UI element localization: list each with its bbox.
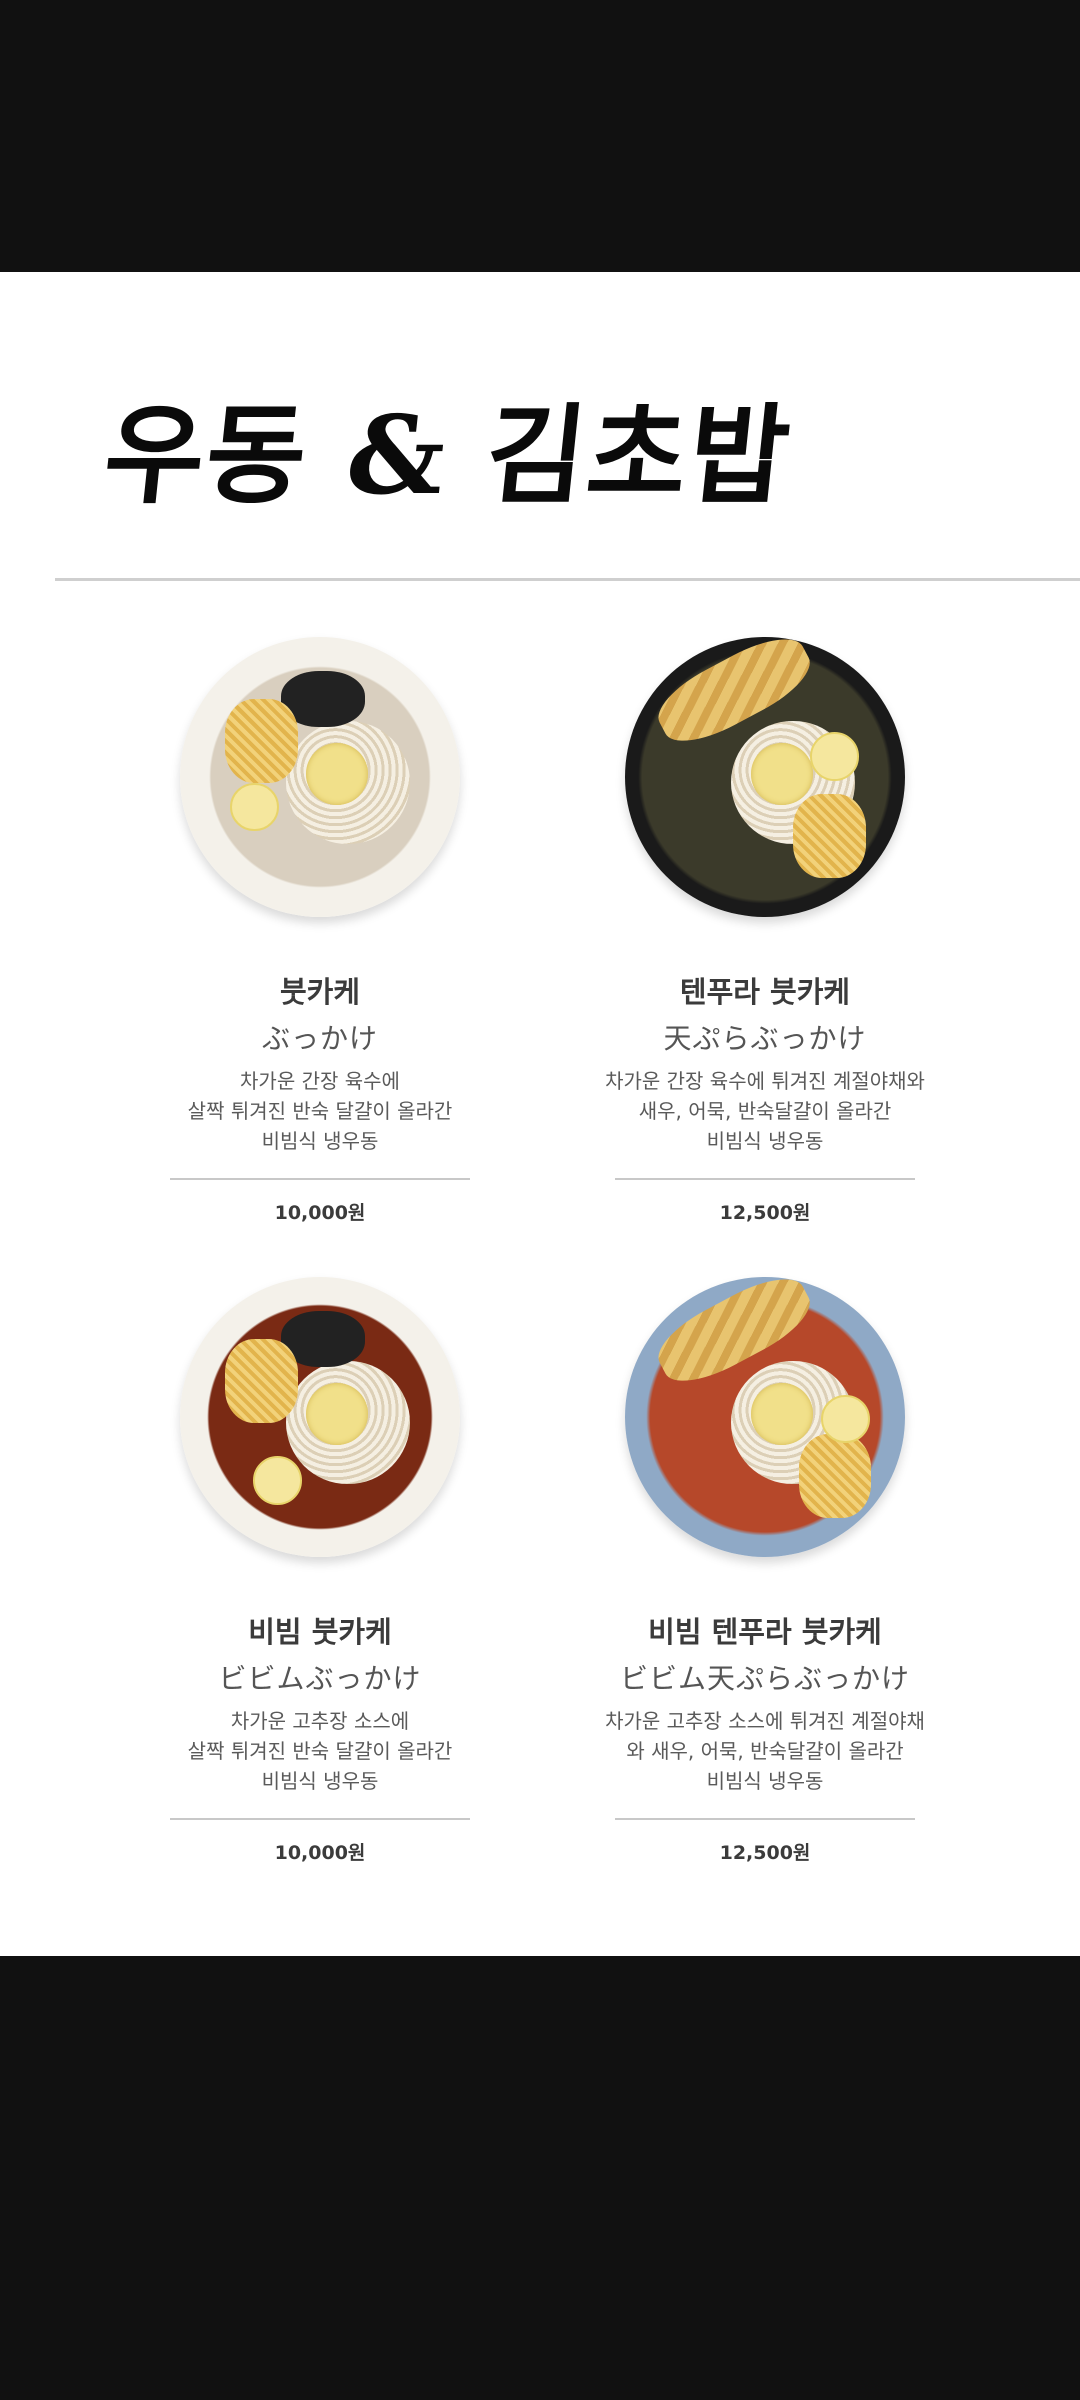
item-name: 텐푸라 붓카케 (679, 975, 851, 1009)
page-title: 우동 & 김초밥 (98, 393, 798, 519)
item-price: 12,500원 (719, 1842, 811, 1864)
item-name: 비빔 텐푸라 붓카케 (648, 1615, 882, 1649)
item-description: 차가운 고추장 소스에 튀겨진 계절야채 와 새우, 어묵, 반숙달걀이 올라간… (555, 1706, 975, 1796)
menu-page: 우동 & 김초밥 붓카케 ぶっかけ 차가운 간장 육수에 살짝 튀겨진 반숙 달… (0, 272, 1080, 1956)
menu-item[interactable]: 비빔 텐푸라 붓카케 ビビム天ぷらぶっかけ 차가운 고추장 소스에 튀겨진 계절… (555, 1264, 975, 1865)
item-description: 차가운 간장 육수에 살짝 튀겨진 반숙 달걀이 올라간 비빔식 냉우동 (110, 1066, 530, 1156)
lemon (230, 782, 280, 832)
item-name-japanese: ビビムぶっかけ (218, 1662, 422, 1695)
lemon (821, 1394, 870, 1444)
egg (306, 1383, 368, 1445)
food-image (180, 1277, 460, 1557)
item-name-japanese: 天ぷらぶっかけ (663, 1022, 867, 1055)
menu-item[interactable]: 비빔 붓카케 ビビムぶっかけ 차가운 고추장 소스에 살짝 튀겨진 반숙 달걀이… (110, 1277, 530, 1865)
description-line: 살짝 튀겨진 반숙 달걀이 올라간 (187, 1099, 453, 1123)
menu-item[interactable]: 텐푸라 붓카케 天ぷらぶっかけ 차가운 간장 육수에 튀겨진 계절야채와 새우,… (555, 624, 975, 1225)
lemon (809, 732, 859, 781)
egg (306, 743, 368, 805)
description-line: 차가운 고추장 소스에 (230, 1709, 410, 1733)
description-line: 새우, 어묵, 반숙달걀이 올라간 (638, 1099, 892, 1123)
description-line: 비빔식 냉우동 (706, 1769, 824, 1793)
description-line: 살짝 튀겨진 반숙 달걀이 올라간 (187, 1739, 453, 1763)
description-line: 차가운 간장 육수에 튀겨진 계절야채와 (605, 1069, 925, 1093)
description-line: 와 새우, 어묵, 반숙달걀이 올라간 (626, 1739, 904, 1763)
item-name-japanese: ビビム天ぷらぶっかけ (619, 1662, 910, 1695)
item-price: 10,000원 (274, 1202, 366, 1224)
tempura-flakes (793, 793, 866, 878)
food-image (625, 624, 905, 917)
top-letterbox (0, 0, 1080, 272)
tempura-flakes (224, 698, 298, 783)
description-line: 비빔식 냉우동 (706, 1129, 824, 1153)
item-divider (170, 1178, 470, 1180)
description-line: 비빔식 냉우동 (261, 1129, 379, 1153)
food-image (625, 1264, 905, 1557)
tempura-flakes (224, 1338, 298, 1423)
tempura-flakes (798, 1433, 872, 1518)
item-description: 차가운 고추장 소스에 살짝 튀겨진 반숙 달걀이 올라간 비빔식 냉우동 (110, 1706, 530, 1796)
description-line: 차가운 간장 육수에 (240, 1069, 400, 1093)
item-divider (170, 1818, 470, 1820)
bottom-letterbox (0, 1956, 1080, 2400)
item-price: 10,000원 (274, 1842, 366, 1864)
egg (751, 1383, 813, 1445)
menu-item[interactable]: 붓카케 ぶっかけ 차가운 간장 육수에 살짝 튀겨진 반숙 달걀이 올라간 비빔… (110, 637, 530, 1225)
food-image (180, 637, 460, 917)
title-divider (55, 578, 1080, 581)
item-name: 붓카케 (279, 975, 361, 1009)
lemon (252, 1456, 302, 1505)
description-line: 비빔식 냉우동 (261, 1769, 379, 1793)
item-divider (615, 1178, 915, 1180)
egg (751, 743, 813, 805)
item-divider (615, 1818, 915, 1820)
description-line: 차가운 고추장 소스에 튀겨진 계절야채 (605, 1709, 925, 1733)
item-price: 12,500원 (719, 1202, 811, 1224)
item-name-japanese: ぶっかけ (261, 1022, 378, 1055)
item-description: 차가운 간장 육수에 튀겨진 계절야채와 새우, 어묵, 반숙달걀이 올라간 비… (555, 1066, 975, 1156)
item-name: 비빔 붓카케 (248, 1615, 392, 1649)
